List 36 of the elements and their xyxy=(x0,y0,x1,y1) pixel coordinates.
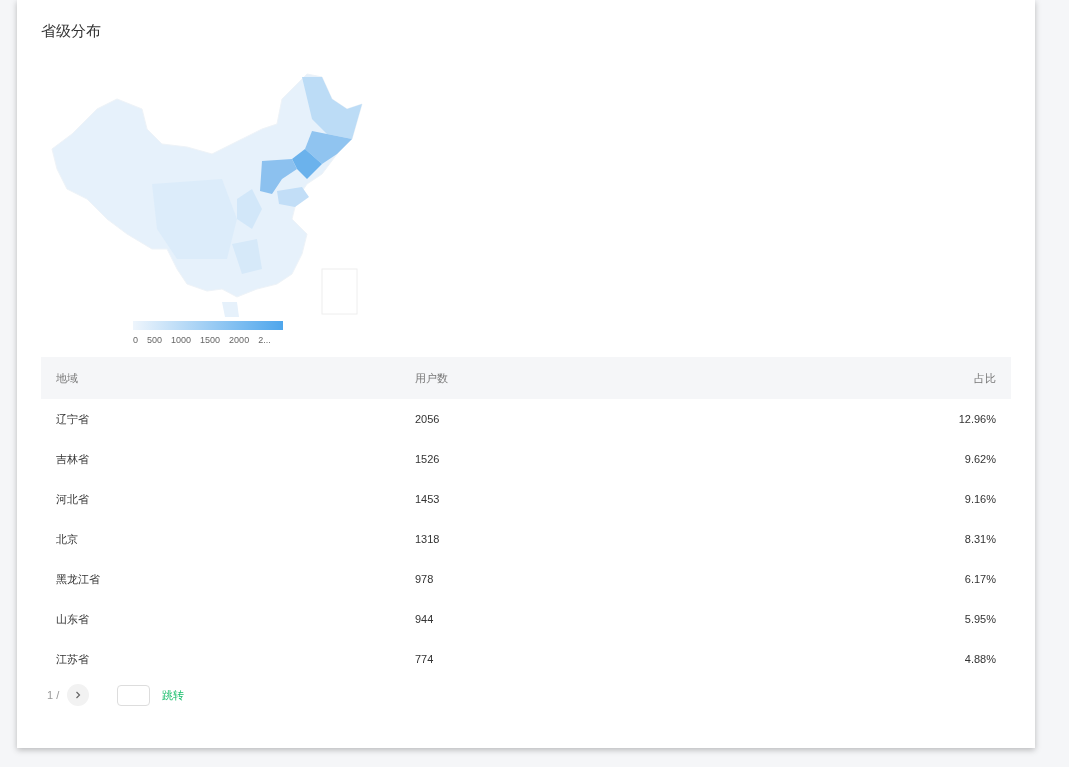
column-header: 用户数 xyxy=(415,370,449,386)
legend-label: 500 xyxy=(147,333,163,347)
legend-label: 1500 xyxy=(200,333,221,347)
table-cell-text: 1318 xyxy=(415,531,441,547)
table-cell-text: 4.88% xyxy=(964,651,996,667)
jump-link[interactable]: 跳转 xyxy=(162,686,185,704)
legend-label: 1000 xyxy=(171,333,192,347)
table-cell-text: 江苏省 xyxy=(56,651,90,667)
legend-label: 2000 xyxy=(229,333,250,347)
column-header: 占比 xyxy=(974,370,996,386)
table-cell-text: 1526 xyxy=(415,451,441,467)
table-cell-text: 北京 xyxy=(56,531,79,547)
page-jump-field[interactable] xyxy=(117,684,151,706)
next-page-button[interactable] xyxy=(67,684,90,706)
table-cell-text: 5.95% xyxy=(964,611,996,627)
table-cell-text: 944 xyxy=(415,611,435,627)
table-cell-text: 8.31% xyxy=(964,531,996,547)
table-cell-text: 山东省 xyxy=(56,611,90,627)
table-cell-text: 6.17% xyxy=(964,571,996,587)
chevron-right-icon xyxy=(74,691,83,699)
table-cell-text: 1453 xyxy=(415,491,441,507)
table-cell-text: 978 xyxy=(415,571,435,587)
table-cell-text: 吉林省 xyxy=(56,451,90,467)
table-cell-text: 9.62% xyxy=(964,451,996,467)
page-indicator: 1 / xyxy=(47,687,60,703)
table-cell-text: 河北省 xyxy=(56,491,90,507)
table-cell-text: 774 xyxy=(415,651,435,667)
legend-label: 2... xyxy=(258,333,271,347)
table-cell-text: 黑龙江省 xyxy=(56,571,101,587)
table-cell-text: 12.96% xyxy=(958,411,996,427)
legend-label: 0 xyxy=(133,333,138,347)
table-cell-text: 辽宁省 xyxy=(56,411,90,427)
table-cell-text: 2056 xyxy=(415,411,441,427)
column-header: 地域 xyxy=(56,370,79,386)
card-title: 省级分布 xyxy=(41,21,102,41)
table-cell-text: 9.16% xyxy=(964,491,996,507)
